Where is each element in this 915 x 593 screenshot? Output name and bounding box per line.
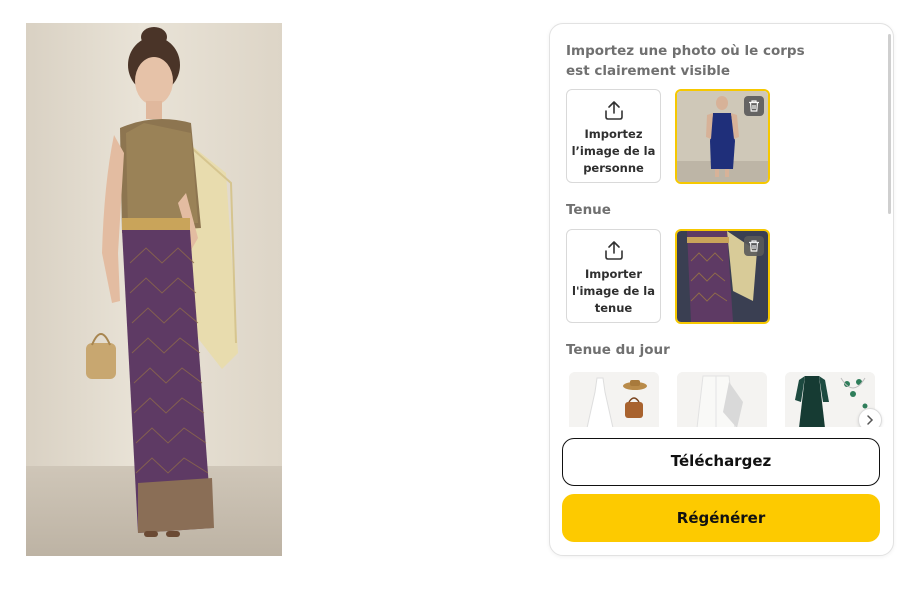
upload-icon <box>603 99 625 125</box>
download-button[interactable]: Téléchargez <box>562 438 880 486</box>
person-section-label: Importez une photo où le corps est clair… <box>566 43 805 79</box>
try-on-panel: Importez une photo où le corps est clair… <box>549 23 894 556</box>
outfit-of-day-label: Tenue du jour <box>566 342 670 358</box>
upload-icon <box>603 239 625 265</box>
white-coat-outfit-image <box>677 372 767 427</box>
panel-scrollbar[interactable] <box>888 34 891 214</box>
regenerate-button[interactable]: Régénérer <box>562 494 880 542</box>
delete-person-button[interactable] <box>744 96 764 116</box>
result-image <box>26 23 282 556</box>
person-upload-button[interactable]: Importez l’image de la personne <box>566 89 661 183</box>
outfit-upload-label: Importer l'image de la tenue <box>572 267 655 315</box>
outfit-upload-button[interactable]: Importer l'image de la tenue <box>566 229 661 323</box>
outfit-suggestion-card[interactable] <box>677 372 767 427</box>
outfit-of-day-carousel <box>569 372 879 427</box>
panel-scroll-area[interactable]: Importez une photo où le corps est clair… <box>550 24 893 427</box>
outfit-section-label: Tenue <box>566 202 611 218</box>
delete-outfit-button[interactable] <box>744 236 764 256</box>
white-dress-outfit-image <box>569 372 659 427</box>
person-upload-label: Importez l’image de la personne <box>571 127 656 175</box>
carousel-next-button[interactable] <box>858 408 882 427</box>
try-on-figure <box>86 27 238 537</box>
person-thumbnail[interactable] <box>675 89 770 184</box>
outfit-suggestion-card[interactable] <box>569 372 659 427</box>
outfit-thumbnail[interactable] <box>675 229 770 324</box>
